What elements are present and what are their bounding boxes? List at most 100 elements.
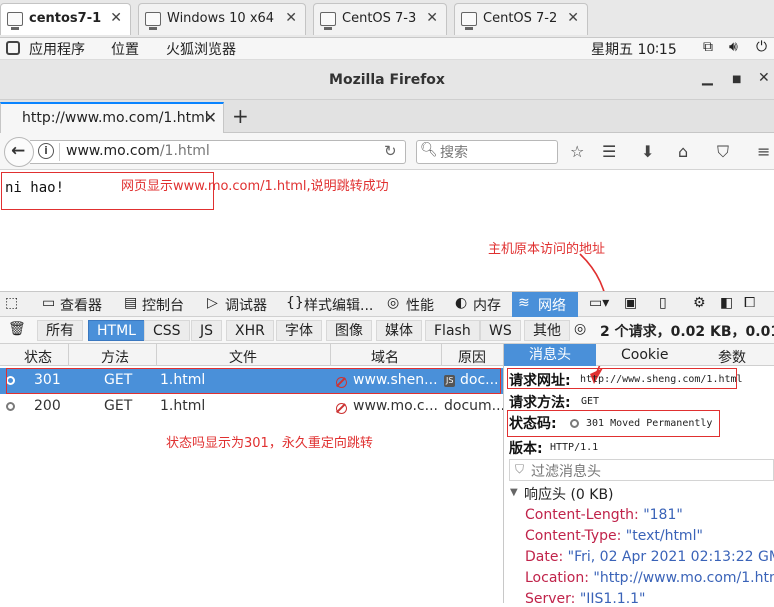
new-tab-icon[interactable]: + (232, 104, 249, 128)
tool-network[interactable]: 网络 (538, 295, 566, 315)
reading-list-icon[interactable]: ☰ (602, 142, 616, 161)
filter-images[interactable]: 图像 (326, 320, 372, 341)
tool-style-editor[interactable]: 样式编辑... (304, 295, 373, 315)
close-tab-icon[interactable]: ✕ (204, 108, 217, 127)
vm-icon (145, 12, 161, 30)
trash-icon[interactable]: 🗑︎ (8, 321, 26, 337)
filter-other[interactable]: 其他 (524, 320, 570, 341)
style-editor-icon: {} (286, 295, 304, 311)
gnome-top-bar: 应用程序 位置 火狐浏览器 星期五 10∶15 ⧉ 🔊︎ ⏻ (0, 38, 774, 60)
dock-side-icon[interactable]: ◧ (720, 295, 733, 311)
response-headers-toggle[interactable]: 响应头 (0 KB) (524, 484, 614, 504)
vm-tab-centos7-3[interactable]: CentOS 7-3 ✕ (313, 3, 447, 35)
header-key: Location: (525, 570, 589, 586)
home-icon[interactable]: ⌂ (678, 142, 688, 161)
filter-html[interactable]: HTML (88, 320, 145, 341)
filter-flash[interactable]: Flash (425, 320, 480, 341)
network-icon[interactable]: ⧉ (703, 39, 713, 55)
vm-tab-centos7-2[interactable]: CentOS 7-2 ✕ (454, 3, 588, 35)
table-row[interactable]: 200 GET 1.html www.mo.c... docum... (0, 394, 506, 420)
header-row: Date: "Fri, 02 Apr 2021 02:13:22 GMT" (525, 549, 774, 565)
volume-icon[interactable]: 🔊︎ (729, 39, 738, 55)
filter-all[interactable]: 所有 (37, 320, 83, 341)
filter-js[interactable]: JS (191, 320, 223, 341)
downloads-icon[interactable]: ⬇ (641, 142, 654, 161)
tool-inspector[interactable]: 查看器 (60, 295, 102, 315)
close-icon[interactable]: ✕ (285, 10, 297, 26)
maximize-icon[interactable]: ■ (732, 74, 741, 85)
menu-icon[interactable]: ≡ (757, 142, 770, 161)
more-tools-icon[interactable]: ▭▾ (589, 295, 609, 311)
version-label: 版本: (509, 441, 543, 457)
header-key: Server: (525, 591, 576, 607)
power-icon[interactable]: ⏻ (756, 39, 767, 55)
dock-window-icon[interactable]: ⧠ (744, 295, 755, 311)
settings-gear-icon[interactable]: ⚙ (693, 295, 706, 311)
site-info-icon[interactable]: i (38, 143, 54, 159)
filter-xhr[interactable]: XHR (226, 320, 274, 341)
header-value: "text/html" (625, 528, 703, 544)
browser-tab[interactable]: http://www.mo.com/1.html ✕ (0, 102, 224, 133)
url-text[interactable]: www.mo.com/1.html (66, 143, 210, 159)
filter-fonts[interactable]: 字体 (276, 320, 322, 341)
chevron-down-icon[interactable]: ▼ (510, 487, 518, 498)
request-method-label: 请求方法: (509, 395, 571, 411)
vm-tab-label: centos7-1 (29, 11, 102, 26)
pocket-icon[interactable]: ⛉ (717, 142, 729, 162)
close-icon[interactable]: ✕ (110, 10, 122, 26)
split-console-icon[interactable]: ▣ (624, 295, 637, 311)
filter-ws[interactable]: WS (480, 320, 521, 341)
menu-browser[interactable]: 火狐浏览器 (166, 39, 236, 59)
apps-icon (6, 41, 20, 55)
tab-headers[interactable]: 消息头 (504, 344, 596, 366)
filter-css[interactable]: CSS (144, 320, 190, 341)
page-body-text: ni hao! (5, 180, 65, 196)
minimize-icon[interactable]: ▁ (702, 70, 713, 86)
responsive-icon[interactable]: ▯ (659, 295, 667, 311)
clock[interactable]: 星期五 10∶15 (591, 39, 677, 59)
vm-tab-centos7-1[interactable]: centos7-1 ✕ (0, 3, 131, 35)
row-method: GET (104, 398, 133, 414)
url-path: /1.html (159, 143, 210, 159)
menu-places[interactable]: 位置 (111, 39, 139, 59)
performance-analysis-icon[interactable]: ◎ (574, 321, 586, 337)
column-domain[interactable]: 域名 (371, 347, 399, 367)
bookmark-star-icon[interactable]: ☆ (570, 142, 584, 161)
column-file[interactable]: 文件 (229, 347, 257, 367)
column-method[interactable]: 方法 (101, 347, 129, 367)
pane-splitter[interactable] (503, 344, 504, 603)
tab-cookie[interactable]: Cookie (621, 347, 669, 363)
pick-element-icon[interactable]: ⬚ (5, 295, 18, 311)
inspector-icon: ▭ (42, 295, 56, 311)
column-status[interactable]: 状态 (24, 347, 52, 367)
vm-tab-windows10[interactable]: Windows 10 x64 ✕ (138, 3, 306, 35)
tab-params[interactable]: 参数 (718, 347, 746, 367)
filter-media[interactable]: 媒体 (376, 320, 422, 341)
back-button[interactable]: ← (4, 137, 34, 167)
header-row: Location: "http://www.mo.com/1.html" (525, 570, 774, 586)
status-dot-icon (570, 419, 579, 428)
request-url-label: 请求网址: (509, 373, 571, 389)
annotation-page-note: 网页显示www.mo.com/1.html,说明跳转成功 (121, 179, 389, 194)
tool-console[interactable]: 控制台 (142, 295, 184, 315)
header-value: "Fri, 02 Apr 2021 02:13:22 GMT" (567, 549, 774, 565)
close-icon[interactable]: ✕ (567, 10, 579, 26)
row-status: 200 (34, 398, 61, 414)
insecure-icon (336, 403, 347, 414)
tool-debugger[interactable]: 调试器 (225, 295, 267, 315)
filter-icon: ⛉ (515, 462, 525, 476)
status-code-value: 301 Moved Permanently (586, 418, 713, 429)
row-cause: docum... (444, 398, 506, 414)
close-window-icon[interactable]: ✕ (758, 70, 770, 86)
url-host: www.mo.com (66, 143, 160, 159)
column-cause[interactable]: 原因 (458, 347, 486, 367)
close-icon[interactable]: ✕ (426, 10, 438, 26)
column-divider (330, 344, 331, 366)
vm-icon (320, 12, 336, 30)
tool-memory[interactable]: 内存 (473, 295, 501, 315)
tool-performance[interactable]: 性能 (406, 295, 434, 315)
menu-applications[interactable]: 应用程序 (29, 39, 85, 59)
reload-icon[interactable]: ↻ (384, 142, 397, 160)
window-titlebar: Mozilla Firefox ▁ ■ ✕ (0, 60, 774, 100)
header-key: Content-Type: (525, 528, 622, 544)
